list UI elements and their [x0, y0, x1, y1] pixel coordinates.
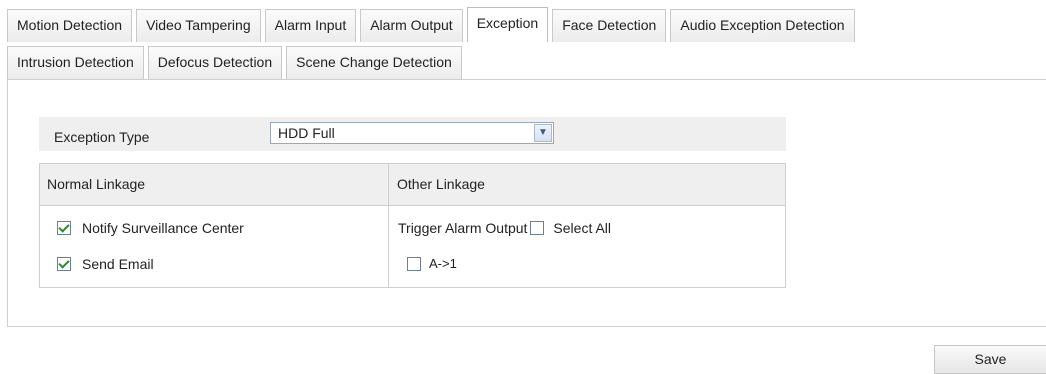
tab-defocus-detection[interactable]: Defocus Detection — [147, 46, 283, 79]
tab-alarm-input[interactable]: Alarm Input — [264, 9, 357, 42]
tab-alarm-output[interactable]: Alarm Output — [360, 9, 463, 42]
save-button[interactable]: Save — [934, 345, 1046, 374]
tab-scene-change-detection[interactable]: Scene Change Detection — [286, 46, 462, 79]
tab-bar: Motion Detection Video Tampering Alarm I… — [7, 4, 1046, 79]
select-all-label: Select All — [553, 220, 612, 236]
send-email-checkbox[interactable] — [57, 257, 71, 271]
select-all-checkbox[interactable] — [530, 221, 545, 235]
other-linkage-header: Other Linkage — [397, 176, 485, 192]
tab-video-tampering[interactable]: Video Tampering — [136, 9, 261, 42]
tab-audio-exception-detection[interactable]: Audio Exception Detection — [670, 9, 855, 42]
trigger-alarm-output-label: Trigger Alarm Output — [398, 220, 528, 236]
trigger-alarm-output-row: Trigger Alarm Output Select All — [398, 220, 611, 236]
alarm-output-a1-option[interactable]: A->1 — [407, 256, 457, 271]
normal-linkage-header: Normal Linkage — [47, 176, 146, 192]
tab-intrusion-detection[interactable]: Intrusion Detection — [7, 46, 144, 79]
tab-motion-detection[interactable]: Motion Detection — [7, 9, 133, 42]
exception-type-select[interactable]: HDD Full ▼ — [270, 122, 554, 144]
chevron-down-icon[interactable]: ▼ — [534, 124, 552, 142]
notify-surveillance-center-checkbox[interactable] — [57, 221, 71, 235]
exception-type-value: HDD Full — [278, 125, 335, 141]
notify-surveillance-center-label: Notify Surveillance Center — [82, 220, 244, 236]
linkage-divider — [388, 164, 389, 287]
alarm-output-a1-checkbox[interactable] — [407, 256, 421, 271]
send-email-label: Send Email — [82, 256, 154, 272]
tab-face-detection[interactable]: Face Detection — [552, 9, 667, 42]
tab-exception[interactable]: Exception — [466, 7, 549, 42]
exception-settings-panel: Exception Type HDD Full ▼ Normal Linkage… — [7, 79, 1046, 327]
exception-type-row: Exception Type HDD Full ▼ — [39, 117, 786, 151]
alarm-output-a1-label: A->1 — [429, 256, 457, 271]
tab-row-1: Motion Detection Video Tampering Alarm I… — [7, 7, 859, 42]
linkage-table: Normal Linkage Other Linkage Notify Surv… — [39, 163, 786, 288]
notify-surveillance-center-option[interactable]: Notify Surveillance Center — [57, 220, 244, 236]
exception-type-label: Exception Type — [54, 129, 150, 145]
send-email-option[interactable]: Send Email — [57, 256, 154, 272]
linkage-header: Normal Linkage Other Linkage — [40, 164, 785, 206]
tab-row-2: Intrusion Detection Defocus Detection Sc… — [7, 45, 466, 79]
